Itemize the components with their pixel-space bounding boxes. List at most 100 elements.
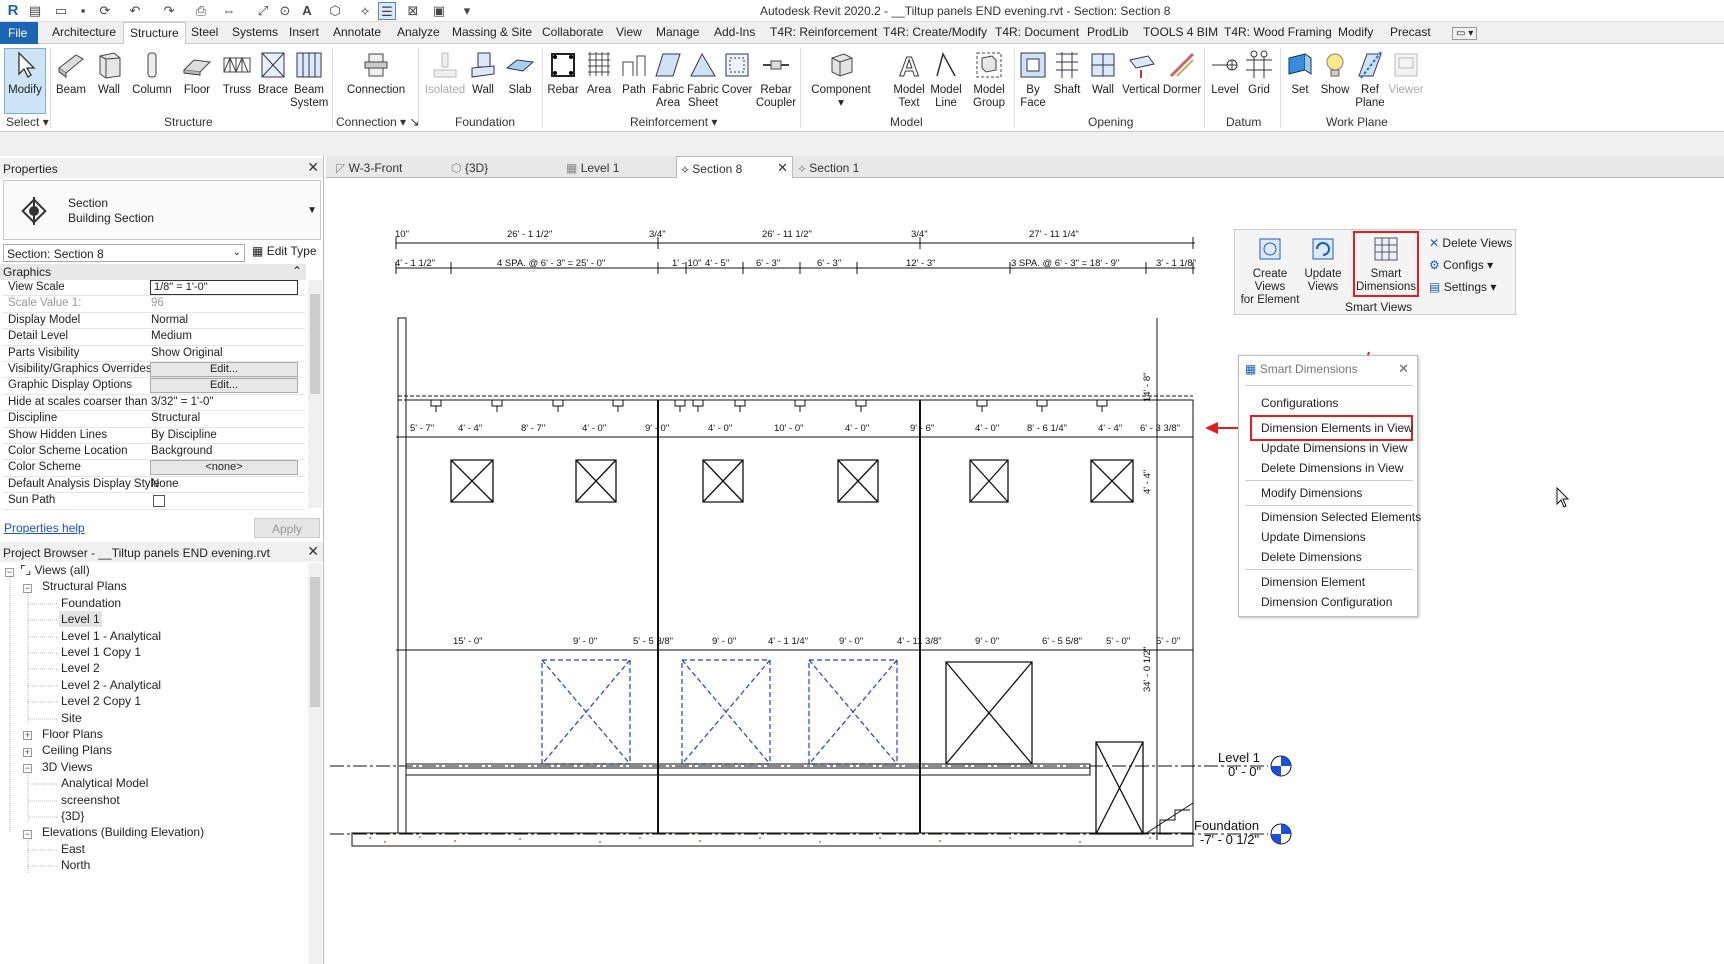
tab-precast[interactable]: Precast <box>1390 25 1431 39</box>
dim-text[interactable]: 6' - 3" <box>817 258 841 269</box>
tab-t4r-create-modify[interactable]: T4R: Create/Modify <box>883 25 987 39</box>
close-icon[interactable]: ✕ <box>1398 361 1409 377</box>
prop-show-hidden-lines[interactable]: Show Hidden Lines By Discipline <box>3 428 305 444</box>
view-tab-level-1[interactable]: ▦ Level 1 <box>562 156 677 178</box>
prop-vg-overrides[interactable]: Visibility/Graphics Overrides Edit... <box>3 362 305 379</box>
prop-sun-path[interactable]: Sun Path <box>3 493 305 510</box>
dim-text[interactable]: 3/4" <box>911 229 928 240</box>
menu-dimension-elements-in-view[interactable]: Dimension Elements in View <box>1261 421 1413 435</box>
tree-plan-item[interactable]: Level 1 - Analytical <box>61 629 161 643</box>
tab-steel[interactable]: Steel <box>191 25 218 39</box>
viewer-button[interactable]: Viewer <box>1388 50 1424 97</box>
text-icon[interactable]: A <box>298 2 316 20</box>
tree-plan-item[interactable]: Foundation <box>61 596 121 610</box>
path-reinforcement-button[interactable]: Path <box>618 50 650 97</box>
beam-system-button[interactable]: Beam System <box>290 50 328 110</box>
menu-delete-dimensions[interactable]: Delete Dimensions <box>1261 550 1362 564</box>
beam-button[interactable]: Beam <box>54 50 88 97</box>
model-group-button[interactable]: Model Group <box>966 50 1012 110</box>
dim-text[interactable]: 6' - 5 5/8" <box>1042 636 1082 647</box>
menu-configurations[interactable]: Configurations <box>1261 396 1338 410</box>
dim-text[interactable]: 4 SPA. @ 6' - 3" = 25' - 0" <box>497 258 605 269</box>
group-reinforcement[interactable]: Reinforcement ▾ <box>630 115 717 129</box>
dim-text[interactable]: 5' - 5 3/8" <box>633 636 673 647</box>
dim-text[interactable]: 4' - 0" <box>845 423 869 434</box>
dim-text-vertical[interactable]: 4' - 4" <box>1142 470 1153 494</box>
settings-button[interactable]: ▤ Settings ▾ <box>1429 280 1496 294</box>
view-tab-3d[interactable]: ⬡ {3D} <box>447 156 562 178</box>
thin-lines-icon[interactable]: ☰ <box>378 2 396 20</box>
menu-modify-dimensions[interactable]: Modify Dimensions <box>1261 486 1362 500</box>
dim-text[interactable]: 5' - 7" <box>410 423 434 434</box>
shaft-button[interactable]: Shaft <box>1050 50 1084 97</box>
dim-text-vertical[interactable]: 14' - 8" <box>1142 373 1153 402</box>
tab-prodlib[interactable]: ProdLib <box>1087 25 1128 39</box>
prop-display-model[interactable]: Display Model Normal <box>3 313 305 330</box>
tab-modify[interactable]: Modify <box>1338 25 1373 39</box>
section-icon[interactable]: ⟡ <box>356 2 374 20</box>
tree-plan-item[interactable]: Level 2 Copy 1 <box>61 694 141 708</box>
level-1-head[interactable] <box>1270 755 1292 777</box>
dim-text[interactable]: 26' - 1 1/2" <box>507 229 552 240</box>
sun-path-checkbox[interactable] <box>153 495 165 508</box>
minimize-ribbon-icon[interactable]: ▭ ▾ <box>1452 27 1478 40</box>
edit-type-button[interactable]: ▦ Edit Type <box>252 244 317 258</box>
truss-button[interactable]: Truss <box>220 50 254 97</box>
prop-detail-level[interactable]: Detail Level Medium <box>3 329 305 346</box>
prop-view-scale[interactable]: View Scale 1/8" = 1'-0" <box>3 280 305 297</box>
dim-text[interactable]: 9' - 0" <box>645 423 669 434</box>
fabric-area-button[interactable]: Fabric Area <box>650 50 686 110</box>
column-button[interactable]: Column <box>130 50 174 97</box>
dim-text[interactable]: 3/4" <box>649 229 666 240</box>
slab-foundation-button[interactable]: Slab <box>502 50 538 97</box>
view-tab-section-1[interactable]: ⟡ Section 1 <box>794 156 909 178</box>
tree-3d-item[interactable]: Analytical Model <box>61 776 148 790</box>
update-views-button[interactable]: Update Views <box>1301 234 1345 294</box>
dim-text[interactable]: 10" <box>395 229 409 240</box>
menu-dimension-selected-elements[interactable]: Dimension Selected Elements <box>1261 510 1421 524</box>
view-tab-w3-front[interactable]: ◸ W-3-Front <box>332 156 447 178</box>
edit-vg-button[interactable]: Edit... <box>150 362 298 377</box>
dim-text[interactable]: 12' - 3" <box>906 258 935 269</box>
configs-button[interactable]: ⚙ Configs ▾ <box>1429 258 1493 272</box>
dim-text[interactable]: 8' - 6 1/4" <box>1027 423 1067 434</box>
wall-opening-button[interactable]: Wall <box>1086 50 1120 97</box>
tree-elevation-item[interactable]: East <box>61 842 85 856</box>
foundation-head[interactable] <box>1270 823 1292 845</box>
dim-text[interactable]: 15' - 0" <box>453 636 482 647</box>
dim-text[interactable]: 5' - 0" <box>1156 636 1180 647</box>
foundation-elevation[interactable]: -7' - 0 1/2" <box>1200 832 1260 847</box>
grid-button[interactable]: Grid <box>1242 50 1276 97</box>
color-scheme-button[interactable]: <none> <box>150 460 298 476</box>
dim-text[interactable]: 9' - 0" <box>839 636 863 647</box>
show-work-plane-button[interactable]: Show <box>1318 50 1352 97</box>
scrollbar-thumb[interactable] <box>310 577 320 707</box>
dim-text-vertical[interactable]: 34' - 0 1/2" <box>1142 647 1153 692</box>
dim-text[interactable]: 10' - 0" <box>774 423 803 434</box>
dim-text[interactable]: 9' - 0" <box>975 636 999 647</box>
modify-tool[interactable]: Modify <box>4 50 46 97</box>
wall-foundation-button[interactable]: Wall <box>466 50 500 97</box>
aligned-dimension-icon[interactable]: ⤢ <box>254 2 272 20</box>
dim-text[interactable]: 4' - 11 3/8" <box>897 636 942 647</box>
menu-dimension-element[interactable]: Dimension Element <box>1261 575 1365 589</box>
prop-discipline[interactable]: Discipline Structural <box>3 411 305 428</box>
properties-help-link[interactable]: Properties help <box>4 521 85 535</box>
isolated-foundation-button[interactable]: Isolated <box>424 50 466 97</box>
redo-icon[interactable]: ↷ <box>160 2 178 20</box>
dim-text[interactable]: 4' - 0" <box>975 423 999 434</box>
browser-scrollbar[interactable] <box>308 563 322 964</box>
scrollbar-thumb[interactable] <box>310 294 320 394</box>
switch-windows-icon[interactable]: ▣ <box>430 2 448 20</box>
prop-color-scheme-location[interactable]: Color Scheme Location Background <box>3 444 305 461</box>
model-line-button[interactable]: Model Line <box>928 50 964 110</box>
ref-plane-button[interactable]: Ref Plane <box>1352 50 1388 110</box>
vertical-opening-button[interactable]: Vertical <box>1120 50 1162 97</box>
revit-logo-icon[interactable]: R <box>4 2 22 20</box>
chevron-down-icon[interactable]: ▼ <box>307 205 317 216</box>
tree-3d-item[interactable]: screenshot <box>61 793 120 807</box>
tab-add-ins[interactable]: Add-Ins <box>714 25 755 39</box>
model-text-button[interactable]: A Model Text <box>890 50 928 110</box>
tab-collaborate[interactable]: Collaborate <box>542 25 603 39</box>
prop-default-analysis-style[interactable]: Default Analysis Display Style None <box>3 477 305 494</box>
